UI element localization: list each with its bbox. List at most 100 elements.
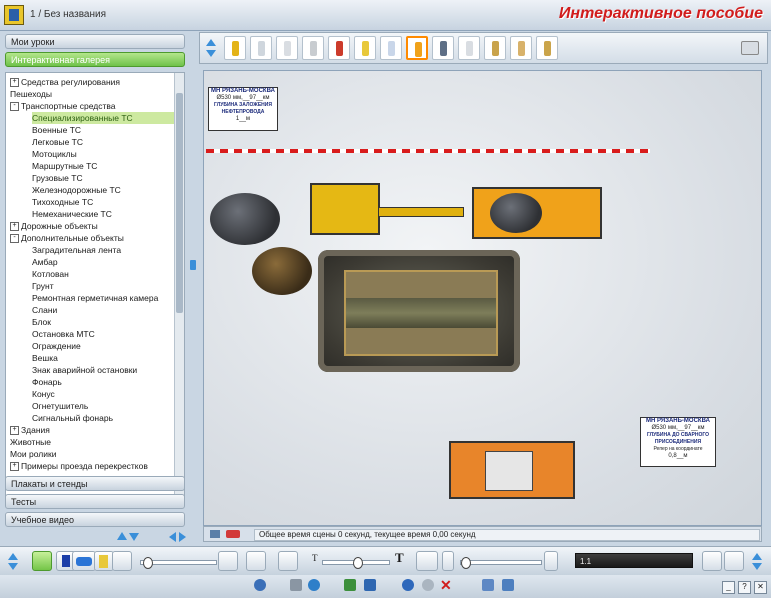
tree-item[interactable]: Тихоходные ТС	[32, 196, 180, 208]
tree-item[interactable]: Блок	[32, 316, 180, 328]
gallery-thumb[interactable]	[432, 36, 454, 60]
layers-icon[interactable]	[482, 579, 494, 591]
eraser-button[interactable]	[218, 551, 238, 571]
size-slider-knob[interactable]	[143, 557, 153, 569]
tree-item[interactable]: Животные	[10, 436, 180, 448]
arrow-right-icon[interactable]	[179, 532, 186, 542]
pipeline-sign-top[interactable]: МН РЯЗАНЬ-МОСКВА Ø530 мм,__97__км ГЛУБИН…	[208, 87, 278, 131]
tree-scrollbar[interactable]	[174, 73, 184, 499]
open-icon[interactable]	[344, 579, 356, 591]
gallery-thumb[interactable]	[458, 36, 480, 60]
collapse-icon[interactable]: -	[10, 234, 19, 244]
tree-item[interactable]: Пешеходы	[10, 88, 180, 100]
tree-item[interactable]: Маршрутные ТС	[32, 160, 180, 172]
tree-item[interactable]: Грунт	[32, 280, 180, 292]
soil-pile-dirt[interactable]	[252, 247, 312, 295]
clear-button[interactable]	[246, 551, 266, 571]
gallery-thumb[interactable]	[406, 36, 428, 60]
sticker-tool-button[interactable]	[94, 551, 114, 571]
minimize-button[interactable]: _	[722, 581, 735, 594]
volume-button[interactable]	[544, 551, 558, 571]
gallery-thumb[interactable]	[536, 36, 558, 60]
gallery-thumb[interactable]	[484, 36, 506, 60]
play-button[interactable]	[416, 551, 438, 571]
user-icon[interactable]	[254, 579, 266, 591]
tab-posters[interactable]: Плакаты и стенды	[5, 476, 185, 491]
tree-item[interactable]: - Дополнительные объекты	[10, 232, 180, 244]
expand-icon[interactable]: +	[10, 78, 19, 88]
barrier-tape[interactable]	[206, 149, 650, 153]
select-tool-button[interactable]	[32, 551, 52, 571]
close-button[interactable]: ✕	[754, 581, 767, 594]
screen-icon[interactable]	[502, 579, 514, 591]
speed-display[interactable]: 1.1	[575, 553, 693, 568]
tree-item[interactable]: Немеханические ТС	[32, 208, 180, 220]
tree-item[interactable]: Мотоциклы	[32, 148, 180, 160]
tab-tests[interactable]: Тесты	[5, 494, 185, 509]
playback-slider[interactable]	[460, 557, 542, 569]
tree-item[interactable]: Котлован	[32, 268, 180, 280]
timeline-play-icon[interactable]	[210, 530, 220, 538]
tree-item[interactable]: Грузовые ТС	[32, 172, 180, 184]
excavator[interactable]	[310, 183, 464, 237]
help-button[interactable]: ?	[738, 581, 751, 594]
toolbar-right-up-icon[interactable]	[752, 553, 762, 560]
toolbar-down-icon[interactable]	[8, 563, 18, 570]
tree-item[interactable]: Военные ТС	[32, 124, 180, 136]
size-slider[interactable]	[140, 557, 217, 569]
arrow-left-icon[interactable]	[169, 532, 176, 542]
arrow-up-icon[interactable]	[117, 532, 127, 540]
soil-pile[interactable]	[210, 193, 280, 245]
stop-button[interactable]	[442, 551, 454, 571]
undo-icon[interactable]	[402, 579, 414, 591]
collapse-icon[interactable]: -	[10, 102, 19, 112]
print-icon[interactable]	[290, 579, 302, 591]
font-size-slider-knob[interactable]	[353, 557, 363, 569]
tree-item[interactable]: - Транспортные средства	[10, 100, 180, 112]
export-button[interactable]	[724, 551, 744, 571]
gallery-scroll-up-icon[interactable]	[206, 39, 216, 46]
text-box-button[interactable]	[72, 551, 96, 571]
tree-item[interactable]: Огнетушитель	[32, 400, 180, 412]
tree-item[interactable]: Конус	[32, 388, 180, 400]
gallery-thumb[interactable]	[224, 36, 246, 60]
gallery-thumb[interactable]	[510, 36, 532, 60]
save-icon[interactable]	[364, 579, 376, 591]
tree-item[interactable]: Сигнальный фонарь	[32, 412, 180, 424]
excavation-pit[interactable]	[318, 250, 520, 372]
font-size-slider[interactable]	[322, 557, 390, 569]
toolbar-up-icon[interactable]	[8, 553, 18, 560]
gallery-thumb[interactable]	[250, 36, 272, 60]
tree-item[interactable]: Остановка МТС	[32, 328, 180, 340]
record-icon[interactable]	[226, 530, 240, 538]
dump-truck[interactable]	[472, 187, 602, 239]
tree-item[interactable]: Амбар	[32, 256, 180, 268]
panel-splitter[interactable]	[189, 32, 198, 544]
collapse-panel-icon[interactable]	[190, 260, 196, 270]
tree-item[interactable]: Вешка	[32, 352, 180, 364]
tree-item[interactable]: Знак аварийной остановки	[32, 364, 180, 376]
tree-item[interactable]: + Средства регулирования	[10, 76, 180, 88]
tree-scroll-thumb[interactable]	[176, 93, 183, 313]
delete-icon[interactable]: ✕	[440, 577, 452, 594]
expand-icon[interactable]: +	[10, 222, 19, 232]
tab-training-video[interactable]: Учебное видео	[5, 512, 185, 527]
tree-item[interactable]: Железнодорожные ТС	[32, 184, 180, 196]
gallery-thumb[interactable]	[354, 36, 376, 60]
tab-my-lessons[interactable]: Мои уроки	[5, 34, 185, 49]
scene-canvas[interactable]: МН РЯЗАНЬ-МОСКВА Ø530 мм,__97__км ГЛУБИН…	[203, 70, 762, 526]
tree-item[interactable]: + Здания	[10, 424, 180, 436]
redo-icon[interactable]	[422, 579, 434, 591]
gallery-thumb[interactable]	[302, 36, 324, 60]
tree-item[interactable]: + Примеры проезда перекрестков	[10, 460, 180, 472]
tree-item[interactable]: Слани	[32, 304, 180, 316]
tree-item[interactable]: Легковые ТС	[32, 136, 180, 148]
gallery-scroll-down-icon[interactable]	[206, 50, 216, 57]
expand-icon[interactable]: +	[10, 426, 19, 436]
tree-item[interactable]: Ремонтная герметичная камера	[32, 292, 180, 304]
zoom-icon[interactable]	[308, 579, 320, 591]
comment-button[interactable]	[278, 551, 298, 571]
gallery-thumb[interactable]	[276, 36, 298, 60]
gallery-thumb[interactable]	[380, 36, 402, 60]
gallery-settings-icon[interactable]	[741, 41, 759, 55]
